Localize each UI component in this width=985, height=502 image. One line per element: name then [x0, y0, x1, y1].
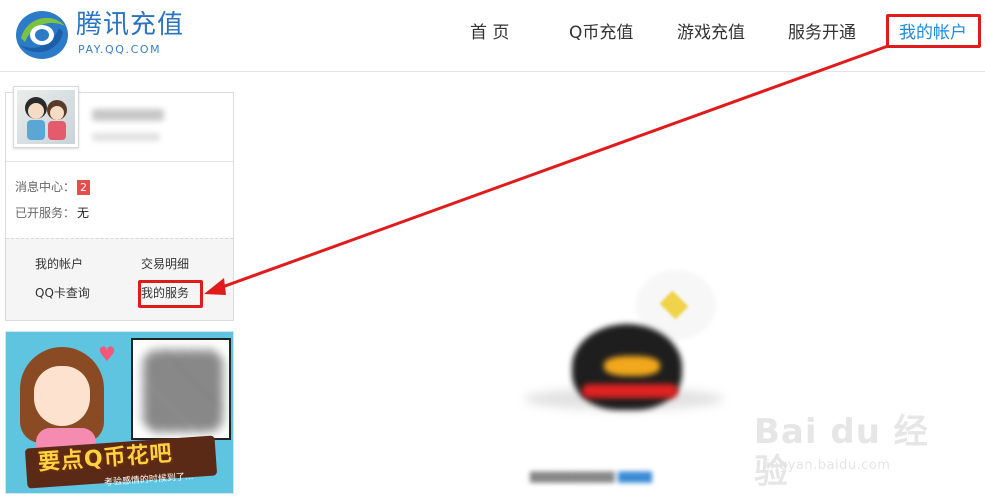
qq-number-blurred: [92, 133, 160, 141]
penguin-beak: [604, 356, 660, 376]
promo-banner[interactable]: ♥ 要点Q币花吧 考验感情的时候到了...: [5, 331, 234, 494]
nav-service-activation[interactable]: 服务开通: [788, 18, 856, 48]
tencent-pay-logo-icon[interactable]: [13, 8, 71, 62]
username-blurred: [92, 109, 164, 121]
baidu-jingyan-watermark: Bai du 经验 jingyan.baidu.com: [754, 396, 934, 492]
avatar-image: [17, 90, 75, 144]
empty-state-text-blurred: ▇▇▇▇▇▇▇▇▇▇: [530, 470, 615, 483]
avatar-cartoon-icon: [25, 97, 67, 140]
nav-home[interactable]: 首 页: [470, 18, 509, 48]
services-row: 已开服务：无: [15, 205, 89, 221]
qr-code: [131, 338, 231, 440]
services-label: 已开服务：: [15, 206, 76, 220]
top-header: 腾讯充值 PAY.QQ.COM 首 页 Q币充值 游戏充值 服务开通 我的帐户: [0, 0, 985, 72]
banner-character-face: [34, 366, 90, 426]
message-center-label: 消息中心：: [15, 180, 76, 194]
message-center-row: 消息中心： 2: [15, 179, 91, 195]
nav-qcoin-recharge[interactable]: Q币充值: [569, 18, 633, 48]
watermark-brand: Bai du 经验: [754, 412, 929, 492]
message-count-badge[interactable]: 2: [77, 180, 91, 195]
empty-state-link-blurred[interactable]: ▇▇▇▇: [618, 470, 652, 483]
services-value: 无: [77, 206, 90, 220]
page: 腾讯充值 PAY.QQ.COM 首 页 Q币充值 游戏充值 服务开通 我的帐户: [0, 0, 985, 502]
watermark-url: jingyan.baidu.com: [762, 458, 891, 473]
link-transactions[interactable]: 交易明细: [141, 256, 189, 272]
qr-code-blurred: [143, 350, 223, 432]
link-my-account[interactable]: 我的帐户: [35, 256, 83, 272]
nav-game-recharge[interactable]: 游戏充值: [677, 18, 745, 48]
panel-divider: [6, 161, 233, 162]
user-avatar[interactable]: [13, 86, 79, 148]
annotation-box-my-services: [138, 280, 203, 308]
heart-icon: ♥: [98, 342, 116, 366]
annotation-box-nav: [886, 14, 981, 48]
logo-domain: PAY.QQ.COM: [78, 43, 162, 56]
logo-title: 腾讯充值: [76, 10, 185, 40]
link-qq-card-query[interactable]: QQ卡查询: [35, 285, 90, 301]
penguin-scarf: [582, 384, 678, 398]
empty-state-message-blurred: ▇▇▇▇▇▇▇▇▇▇ ▇▇▇▇: [530, 470, 710, 484]
